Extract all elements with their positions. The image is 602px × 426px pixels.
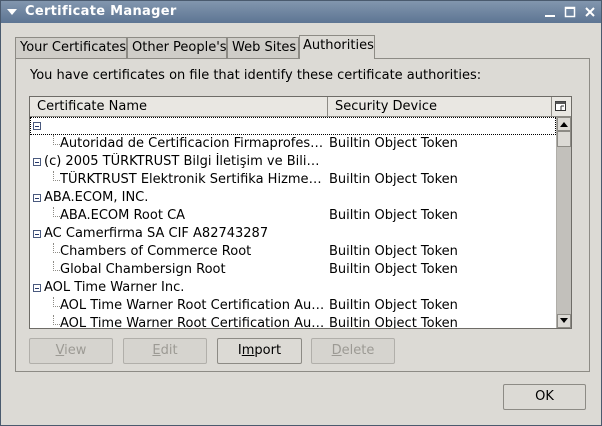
tree-row-group[interactable] (30, 117, 556, 135)
tab-label: Your Certificates (20, 40, 127, 55)
tree-connector (53, 297, 60, 307)
close-icon[interactable] (581, 3, 599, 21)
row-device: Builtin Object Token (329, 262, 458, 277)
tree-connector (53, 315, 60, 325)
scrollbar-thumb[interactable] (557, 131, 571, 147)
row-device: Builtin Object Token (329, 208, 458, 223)
tree-row-group[interactable]: ABA.ECOM, INC. (30, 189, 556, 207)
tree-row-group[interactable]: AOL Time Warner Inc. (30, 279, 556, 297)
tree-connector (53, 207, 60, 217)
view-button[interactable]: View (29, 338, 113, 364)
row-name: AOL Time Warner Root Certification Aut..… (60, 298, 326, 313)
row-name: (c) 2005 TÜRKTRUST Bilgi İletişim ve Bil… (44, 154, 326, 169)
tree-row-certificate[interactable]: AOL Time Warner Root Certification Aut..… (30, 315, 556, 328)
tree-row-certificate[interactable]: TÜRKTRUST Elektronik Sertifika Hizmet ..… (30, 171, 556, 189)
collapse-icon[interactable] (33, 158, 41, 166)
import-button[interactable]: Import (217, 338, 302, 364)
arrow-down-icon[interactable] (557, 314, 571, 328)
row-device: Builtin Object Token (329, 172, 458, 187)
row-name: Chambers of Commerce Root (60, 244, 252, 259)
tree-row-certificate[interactable]: Chambers of Commerce Root Builtin Object… (30, 243, 556, 261)
tree-row-certificate[interactable]: Autoridad de Certificacion Firmaprofesi.… (30, 135, 556, 153)
certificate-manager-window: Certificate Manager Your Certificates Ot… (0, 0, 602, 426)
tab-label: Other People's (132, 40, 227, 55)
tab-your-certificates[interactable]: Your Certificates (15, 37, 127, 58)
tab-authorities[interactable]: Authorities (299, 35, 375, 59)
row-name: Autoridad de Certificacion Firmaprofesi.… (60, 136, 326, 151)
delete-button[interactable]: Delete (311, 338, 395, 364)
column-picker-icon[interactable] (551, 97, 571, 116)
collapse-icon[interactable] (33, 122, 41, 130)
maximize-icon[interactable] (561, 3, 579, 21)
import-mnemonic: m (241, 343, 255, 358)
tree-connector (53, 135, 60, 145)
minimize-icon[interactable] (541, 3, 559, 21)
title-bar[interactable]: Certificate Manager (1, 1, 601, 23)
tab-label: Web Sites (232, 40, 297, 55)
row-name: ABA.ECOM, INC. (44, 190, 149, 205)
tree-row-certificate[interactable]: AOL Time Warner Root Certification Aut..… (30, 297, 556, 315)
row-name: Global Chambersign Root (60, 262, 226, 277)
delete-label-rest: elete (341, 343, 375, 358)
vertical-scrollbar[interactable] (556, 117, 571, 328)
tab-label: Authorities (303, 38, 374, 53)
authorities-panel: You have certificates on file that ident… (15, 58, 590, 372)
collapse-icon[interactable] (33, 194, 41, 202)
column-header-security-device[interactable]: Security Device (328, 97, 552, 116)
tree-connector (53, 261, 60, 271)
arrow-up-icon[interactable] (557, 117, 571, 131)
panel-description: You have certificates on file that ident… (30, 68, 482, 83)
collapse-icon[interactable] (33, 230, 41, 238)
view-mnemonic: V (55, 343, 65, 358)
row-name: ABA.ECOM Root CA (60, 208, 186, 223)
edit-label-rest: dit (160, 343, 178, 358)
row-name: TÜRKTRUST Elektronik Sertifika Hizmet ..… (60, 172, 326, 187)
column-header-certificate-name[interactable]: Certificate Name (30, 97, 328, 116)
row-name: AC Camerfirma SA CIF A82743287 (44, 226, 269, 241)
certificate-tree[interactable]: Certificate Name Security Device Autorid… (29, 96, 572, 329)
ok-button[interactable]: OK (503, 384, 586, 410)
tree-rows: Autoridad de Certificacion Firmaprofesi.… (30, 117, 556, 328)
row-device: Builtin Object Token (329, 136, 458, 151)
view-label-rest: iew (64, 343, 87, 358)
import-label-rest: port (254, 343, 282, 358)
tab-web-sites[interactable]: Web Sites (227, 37, 299, 58)
edit-mnemonic: E (152, 343, 161, 358)
tree-header: Certificate Name Security Device (30, 97, 571, 117)
window-title: Certificate Manager (25, 4, 177, 19)
row-name: AOL Time Warner Root Certification Aut..… (60, 316, 326, 328)
tree-row-certificate[interactable]: ABA.ECOM Root CA Builtin Object Token (30, 207, 556, 225)
row-name (44, 117, 324, 135)
collapse-icon[interactable] (33, 284, 41, 292)
row-device: Builtin Object Token (329, 316, 458, 328)
edit-button[interactable]: Edit (123, 338, 207, 364)
chevron-down-icon[interactable] (4, 4, 20, 20)
tab-other-peoples[interactable]: Other People's (127, 37, 227, 58)
row-name: AOL Time Warner Inc. (44, 280, 185, 295)
delete-mnemonic: D (331, 343, 342, 358)
tree-row-group[interactable]: (c) 2005 TÜRKTRUST Bilgi İletişim ve Bil… (30, 153, 556, 171)
tree-connector (53, 171, 60, 181)
row-device: Builtin Object Token (329, 244, 458, 259)
tree-row-certificate[interactable]: Global Chambersign Root Builtin Object T… (30, 261, 556, 279)
row-device: Builtin Object Token (329, 298, 458, 313)
tree-connector (53, 243, 60, 253)
tree-row-group[interactable]: AC Camerfirma SA CIF A82743287 (30, 225, 556, 243)
